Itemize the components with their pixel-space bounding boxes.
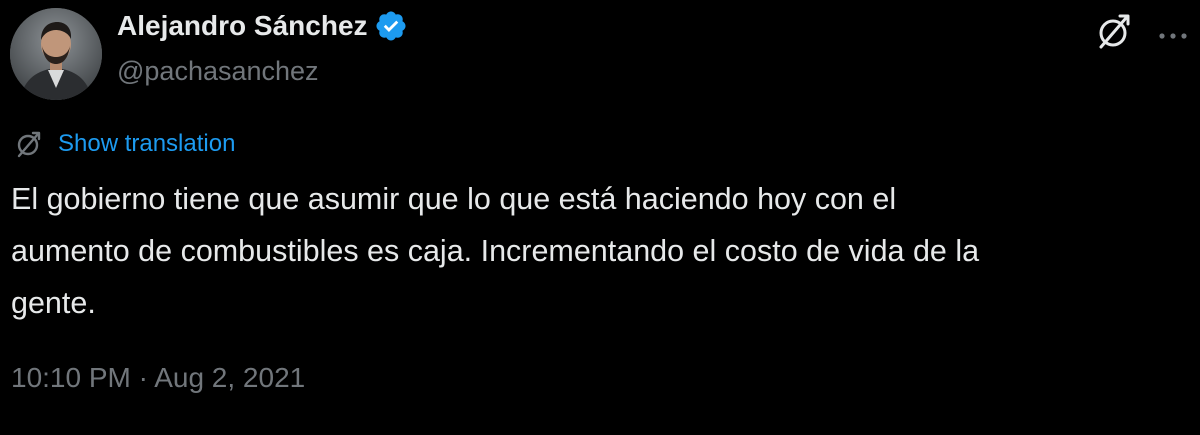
meta-separator: · (138, 362, 148, 393)
avatar[interactable] (10, 8, 102, 100)
tweet-timestamp[interactable]: 10:10 PM · Aug 2, 2021 (11, 360, 305, 396)
avatar-photo-icon (10, 8, 102, 100)
translate-icon (14, 129, 44, 159)
tweet-card: Alejandro Sánchez @pachasanchez Show tra… (0, 0, 1200, 435)
more-options-icon[interactable] (1158, 28, 1188, 39)
author-handle[interactable]: @pachasanchez (117, 55, 319, 87)
tweet-date[interactable]: Aug 2, 2021 (154, 362, 305, 393)
translate-icon[interactable] (1092, 10, 1136, 54)
author-display-name[interactable]: Alejandro Sánchez (117, 9, 368, 43)
show-translation-row[interactable]: Show translation (14, 126, 235, 162)
show-translation-link[interactable]: Show translation (58, 129, 235, 159)
verified-badge-icon[interactable] (374, 9, 408, 43)
author-name-row[interactable]: Alejandro Sánchez (117, 9, 408, 43)
tweet-time[interactable]: 10:10 PM (11, 362, 131, 393)
tweet-text: El gobierno tiene que asumir que lo que … (11, 182, 980, 320)
